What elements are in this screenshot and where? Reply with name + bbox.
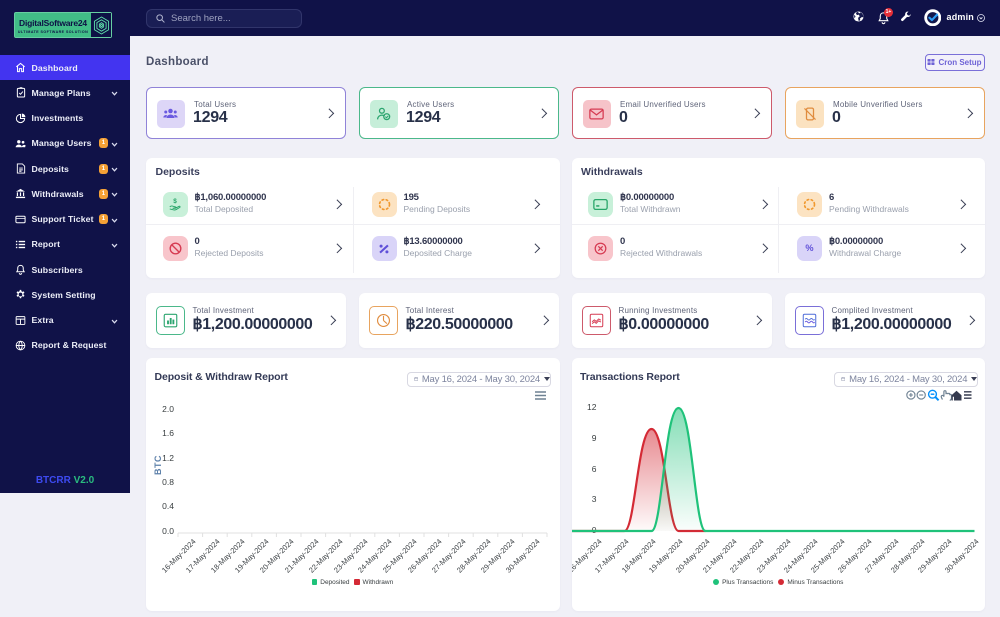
svg-text:$: $ (173, 198, 177, 205)
svg-text:%: % (805, 243, 813, 253)
